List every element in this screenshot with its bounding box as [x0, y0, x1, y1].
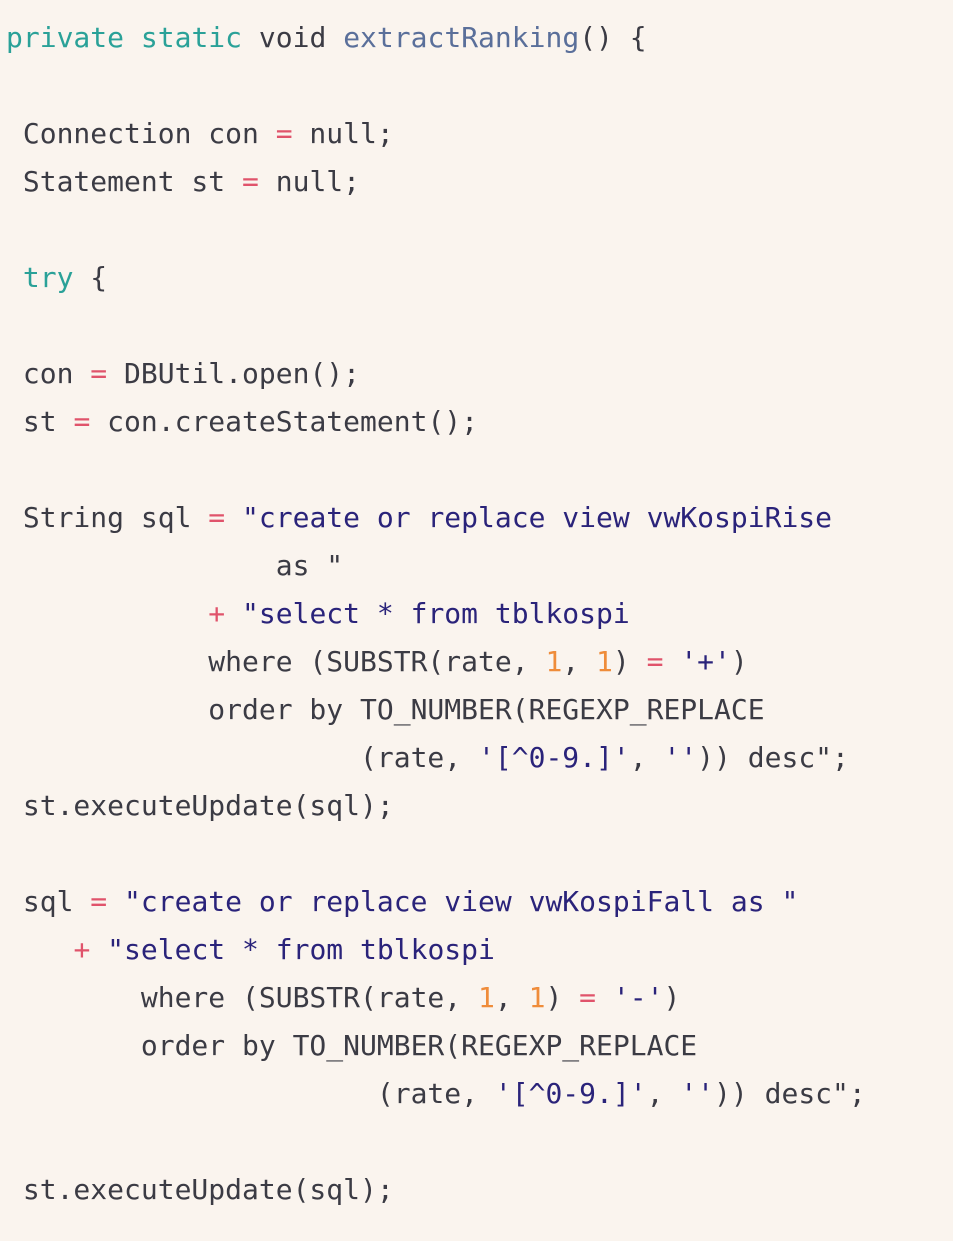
code-token: null; — [258, 165, 361, 198]
code-line: sql = "create or replace view vwKospiFal… — [6, 878, 798, 926]
code-token: st.executeUpdate(sql); — [6, 1173, 394, 1206]
code-token: () { — [579, 21, 647, 54]
code-token: = — [242, 165, 259, 198]
code-line: private static void extractRanking() { — [6, 14, 647, 62]
code-token: = — [90, 357, 108, 390]
code-token: st — [6, 405, 74, 438]
code-block: private static void extractRanking() { C… — [0, 0, 953, 1241]
code-token: ) — [663, 981, 681, 1014]
code-token: void — [242, 21, 344, 54]
code-token: sql — [6, 885, 91, 918]
code-token: private — [6, 21, 125, 54]
code-token: = — [579, 981, 597, 1014]
code-token: as " — [6, 549, 344, 582]
code-token: 1 — [528, 981, 546, 1014]
code-token: DBUtil.open(); — [107, 357, 361, 390]
code-token: )) desc"; — [714, 1077, 866, 1110]
code-line: con = DBUtil.open(); — [6, 350, 360, 398]
code-line: Statement st = null; — [6, 158, 360, 206]
code-line: st.executeUpdate(sql); — [6, 1166, 394, 1214]
code-line: st.executeUpdate(sql); — [6, 782, 394, 830]
code-token: where (SUBSTR(rate, — [6, 981, 479, 1014]
code-line: + "select * from tblkospi — [6, 926, 495, 974]
code-token: = — [73, 405, 91, 438]
code-token: = — [646, 645, 664, 678]
code-token: '-' — [612, 981, 664, 1014]
code-line: + "select * from tblkospi — [6, 590, 630, 638]
code-token: String sql — [6, 501, 209, 534]
code-line: as " — [6, 542, 343, 590]
code-token: "select * from tblkospi — [242, 597, 630, 630]
code-token: = — [90, 885, 108, 918]
code-line: where (SUBSTR(rate, 1, 1) = '-') — [6, 974, 680, 1022]
code-token: null; — [292, 117, 394, 150]
code-token: 1 — [596, 645, 613, 678]
code-token: st.executeUpdate(sql); — [6, 789, 394, 822]
code-token: order by TO_NUMBER(REGEXP_REPLACE — [6, 693, 765, 726]
code-token: , — [562, 645, 597, 678]
code-token: try — [22, 261, 74, 294]
code-token: 1 — [478, 981, 495, 1014]
code-token: Connection con — [6, 117, 276, 150]
code-token: = — [208, 501, 226, 534]
code-token: ) — [730, 645, 748, 678]
code-token: (rate, — [6, 741, 479, 774]
code-token: '' — [663, 741, 698, 774]
code-token: where (SUBSTR(rate, — [6, 645, 546, 678]
code-token: = — [275, 117, 293, 150]
code-token: '+' — [680, 645, 731, 678]
code-token: con — [6, 357, 91, 390]
code-line: st = con.createStatement(); — [6, 398, 478, 446]
code-token: "create or replace view vwKospiFall as " — [124, 885, 799, 918]
code-token: "create or replace view vwKospiRise — [242, 501, 833, 534]
code-line: String sql = "create or replace view vwK… — [6, 494, 832, 542]
code-token: order by TO_NUMBER(REGEXP_REPLACE — [6, 1029, 698, 1062]
code-token: '[^0-9.]' — [494, 1077, 647, 1110]
code-token: + — [208, 597, 226, 630]
code-token: , — [494, 981, 529, 1014]
code-token: Statement st — [6, 165, 243, 198]
code-line: (rate, '[^0-9.]', '')) desc"; — [6, 1070, 866, 1118]
code-token: '[^0-9.]' — [478, 741, 630, 774]
code-line: order by TO_NUMBER(REGEXP_REPLACE — [6, 1022, 697, 1070]
code-token: , — [629, 741, 664, 774]
code-token: 1 — [545, 645, 563, 678]
code-token: ) — [545, 981, 580, 1014]
code-token: + — [73, 933, 91, 966]
code-token: ) — [612, 645, 647, 678]
code-line: try { — [6, 254, 107, 302]
code-token: extractRanking — [343, 21, 580, 54]
code-token: )) desc"; — [697, 741, 849, 774]
code-token: static — [140, 21, 243, 54]
code-line: Connection con = null; — [6, 110, 394, 158]
code-token: { — [73, 261, 108, 294]
code-token: '' — [680, 1077, 715, 1110]
code-token: (rate, — [6, 1077, 495, 1110]
code-line: where (SUBSTR(rate, 1, 1) = '+') — [6, 638, 748, 686]
code-line: order by TO_NUMBER(REGEXP_REPLACE — [6, 686, 765, 734]
code-token: "select * from tblkospi — [107, 933, 495, 966]
code-token: , — [646, 1077, 681, 1110]
code-line: (rate, '[^0-9.]', '')) desc"; — [6, 734, 849, 782]
code-token: con.createStatement(); — [90, 405, 479, 438]
